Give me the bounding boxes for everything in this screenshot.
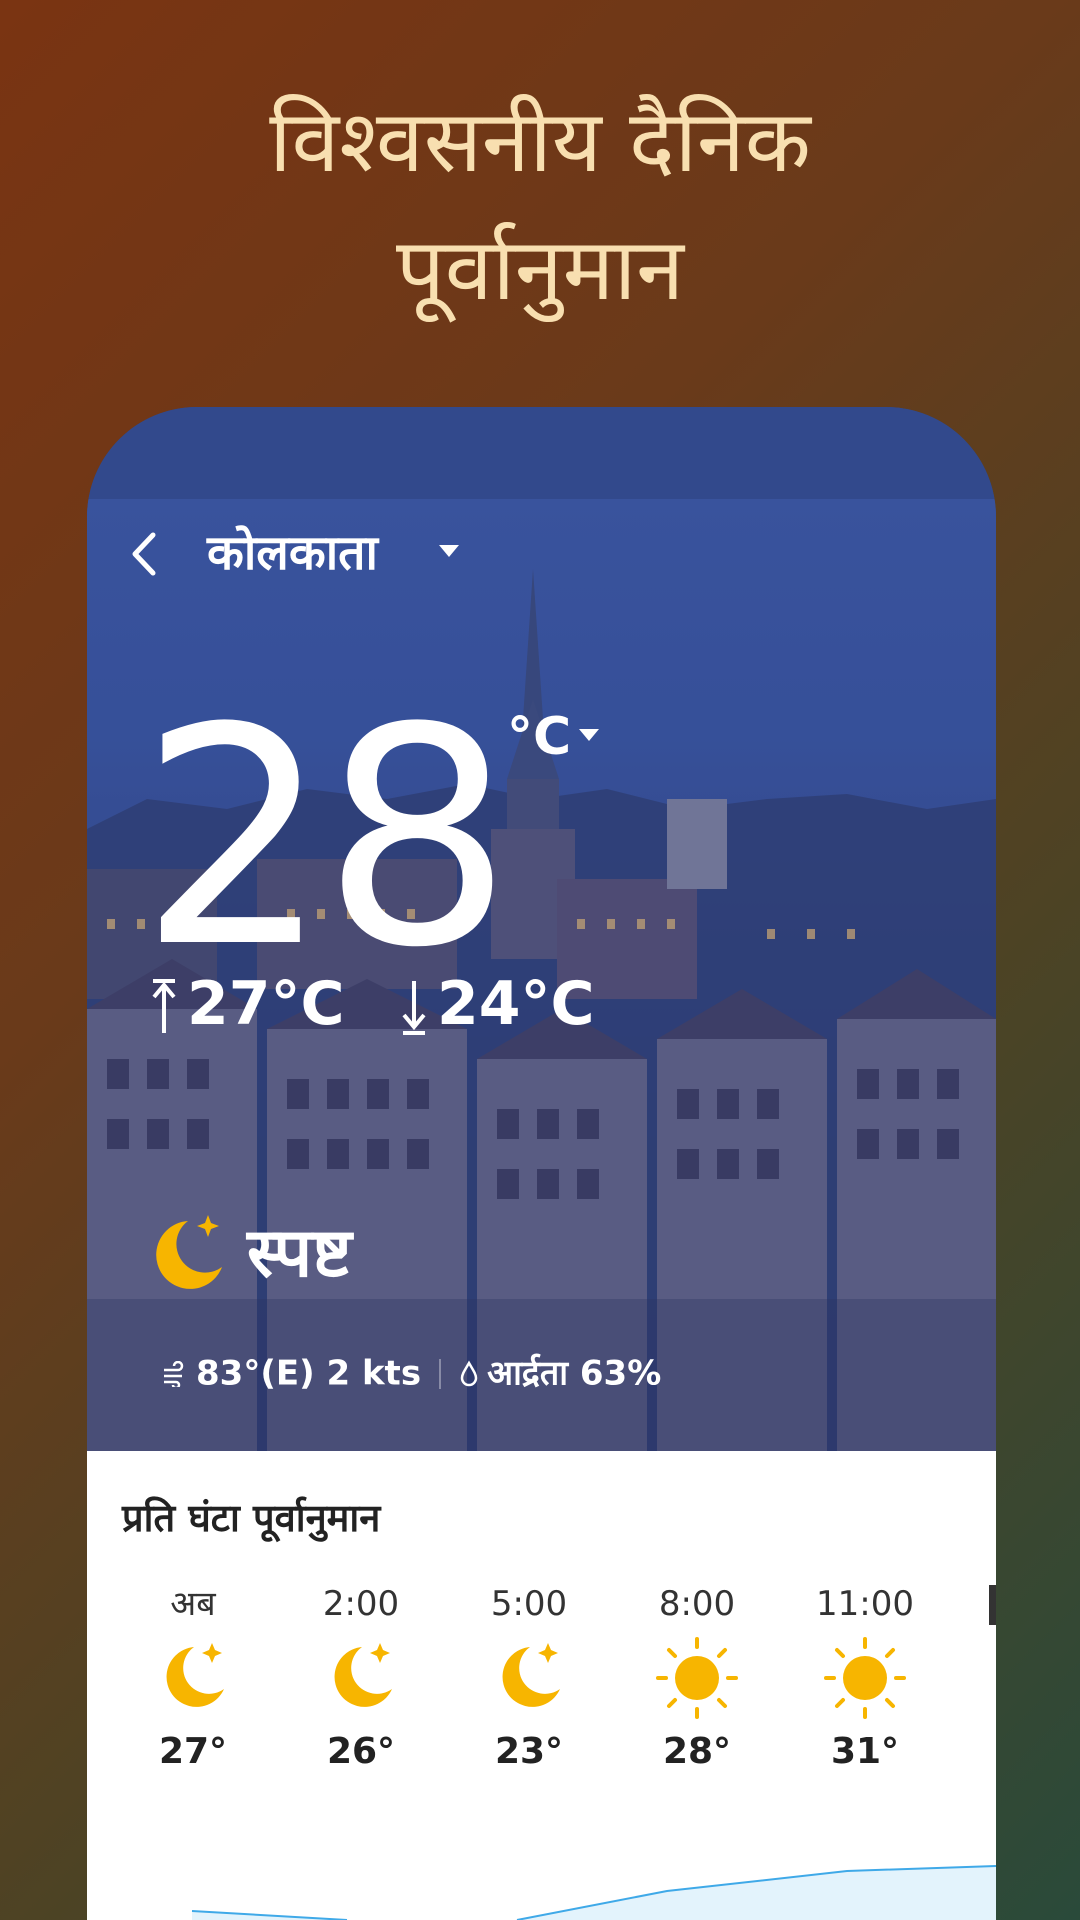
city-selector[interactable]: कोलकाता <box>207 523 378 583</box>
weather-condition: स्पष्ट <box>247 1214 352 1293</box>
promo-title-line1: विश्वसनीय दैनिक <box>269 92 811 192</box>
weather-hero: कोलकाता 28 °C 27°C 24°C स्पष्ट 83°(E) 2 … <box>87 499 996 1451</box>
hour-time: 5:00 <box>490 1584 568 1624</box>
city-dropdown-icon[interactable] <box>439 545 459 557</box>
hourly-forecast-list[interactable]: अब 27° 2:00 26° 5:00 23° 8:00 28° 11:00 … <box>87 1581 996 1821</box>
temperature-trend-graph <box>191 1865 996 1920</box>
moon-star-icon <box>166 1643 224 1707</box>
arrow-up-icon <box>152 979 176 1034</box>
status-bar <box>87 407 996 499</box>
promo-title-line2: पूर्वानुमान <box>395 220 685 320</box>
phone-screen: कोलकाता 28 °C 27°C 24°C स्पष्ट 83°(E) 2 … <box>87 407 996 1920</box>
next-hour-partial <box>989 1585 996 1625</box>
hour-time: 2:00 <box>322 1584 400 1624</box>
low-temperature-value: 24°C <box>437 969 595 1039</box>
hour-temperature: 27° <box>158 1731 228 1772</box>
hour-temperature: 31° <box>830 1731 900 1772</box>
back-arrow-icon[interactable] <box>125 529 165 579</box>
droplet-icon <box>460 1359 478 1386</box>
hour-item[interactable]: 8:00 28° <box>613 1581 781 1777</box>
top-bar: कोलकाता <box>87 499 996 609</box>
sun-icon <box>656 1637 738 1719</box>
sun-icon <box>824 1637 906 1719</box>
wind-humidity-row: 83°(E) 2 kts आर्द्रता 63% <box>162 1347 661 1399</box>
hour-item[interactable]: अब 27° <box>109 1581 277 1777</box>
low-temperature: 24°C <box>399 969 595 1039</box>
wind-icon <box>164 1360 184 1389</box>
hour-temperature: 26° <box>326 1731 396 1772</box>
divider <box>439 1358 442 1389</box>
hour-item[interactable]: 5:00 23° <box>445 1581 613 1777</box>
humidity-value: आर्द्रता 63% <box>487 1353 662 1394</box>
high-temperature-value: 27°C <box>187 969 345 1039</box>
wind-value: 83°(E) 2 kts <box>196 1353 422 1394</box>
unit-dropdown-icon[interactable] <box>579 729 599 741</box>
hourly-forecast-panel: प्रति घंटा पूर्वानुमान अब 27° 2:00 26° 5… <box>87 1451 996 1920</box>
hourly-forecast-title: प्रति घंटा पूर्वानुमान <box>122 1496 381 1540</box>
hour-item[interactable]: 2:00 26° <box>277 1581 445 1777</box>
promo-title: विश्वसनीय दैनिक पूर्वानुमान <box>0 78 1080 334</box>
hour-temperature: 23° <box>494 1731 564 1772</box>
hour-temperature: 28° <box>662 1731 732 1772</box>
hour-item[interactable]: 11:00 31° <box>781 1581 949 1777</box>
temperature-unit-selector[interactable]: °C <box>507 707 571 767</box>
moon-star-icon <box>156 1215 222 1289</box>
hour-time: अब <box>170 1584 216 1624</box>
hour-time: 11:00 <box>816 1584 914 1624</box>
moon-star-icon <box>502 1643 560 1707</box>
arrow-down-icon <box>402 981 426 1036</box>
current-temperature: 28 <box>139 664 513 1013</box>
moon-star-icon <box>334 1643 392 1707</box>
hour-time: 8:00 <box>658 1584 736 1624</box>
high-temperature: 27°C <box>149 969 345 1039</box>
